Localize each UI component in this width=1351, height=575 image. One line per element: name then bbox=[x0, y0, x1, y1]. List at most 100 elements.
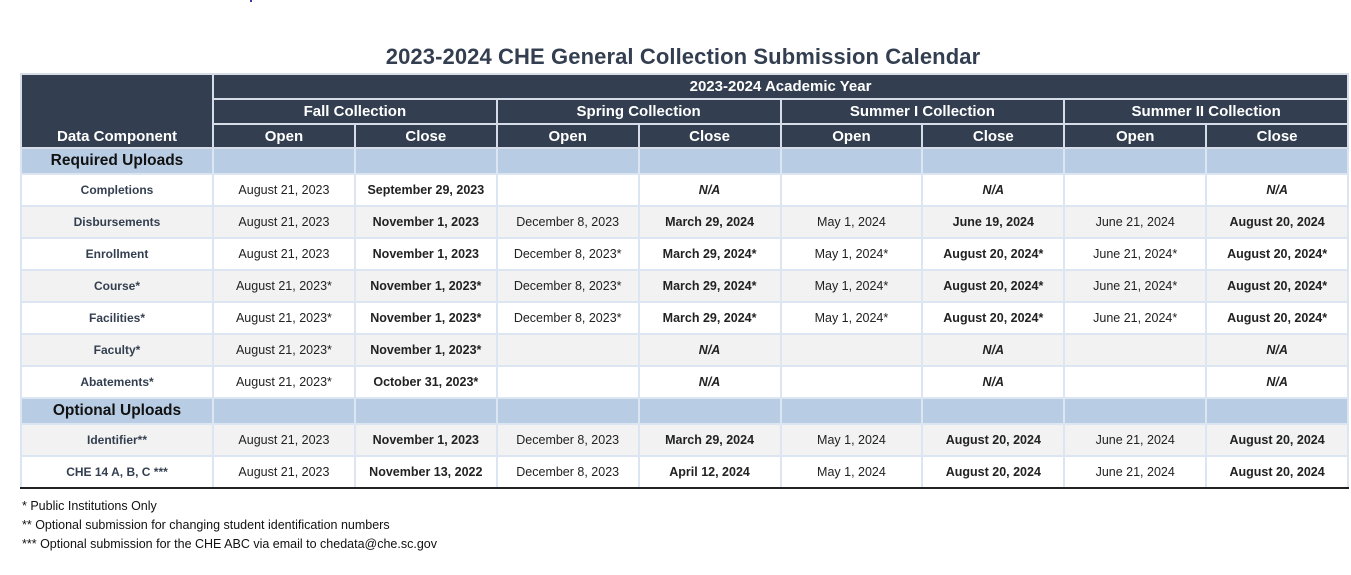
summer-ii-open-date-cell: June 21, 2024* bbox=[1063, 301, 1208, 335]
section-empty-cell bbox=[212, 147, 356, 175]
spring-close-date-cell: N/A bbox=[637, 333, 782, 367]
spring-close-date-cell: March 29, 2024 bbox=[637, 205, 782, 239]
spring-close-date-cell: N/A bbox=[637, 173, 782, 207]
footnotes: * Public Institutions Only ** Optional s… bbox=[22, 498, 437, 555]
summer-i-close-date-cell: N/A bbox=[921, 333, 1066, 367]
fall-open-date-cell: August 21, 2023 bbox=[212, 455, 356, 489]
summer-ii-open-date-cell bbox=[1063, 173, 1208, 207]
summer-ii-open-date-cell: June 21, 2024 bbox=[1063, 205, 1208, 239]
fall-open-date-cell: August 21, 2023* bbox=[212, 301, 356, 335]
submission-calendar-table: Data Component 2023-2024 Academic Year F… bbox=[20, 73, 1350, 489]
summer-i-close-date-cell: August 20, 2024* bbox=[921, 269, 1066, 303]
summer-ii-open-date-cell: June 21, 2024 bbox=[1063, 455, 1208, 489]
section-empty-cell bbox=[921, 397, 1066, 425]
section-empty-cell bbox=[1063, 147, 1208, 175]
spring-open-date-cell bbox=[495, 365, 640, 399]
summer-i-close-date-cell: August 20, 2024 bbox=[921, 455, 1066, 489]
spring-close-date-cell: April 12, 2024 bbox=[637, 455, 782, 489]
section-empty-cell bbox=[779, 147, 924, 175]
spring-open-date-cell: December 8, 2023 bbox=[495, 205, 640, 239]
summer-ii-close-date-cell: N/A bbox=[1205, 333, 1350, 367]
summer-i-open-date-cell: May 1, 2024 bbox=[779, 205, 924, 239]
fall-open-date-cell: August 21, 2023 bbox=[212, 423, 356, 457]
summer-i-open-header: Open bbox=[779, 123, 924, 149]
fall-close-date-cell: November 1, 2023* bbox=[353, 301, 498, 335]
spring-open-date-cell bbox=[495, 333, 640, 367]
table-row: Completions August 21, 2023 September 29, … bbox=[20, 173, 1350, 207]
summer-ii-open-header: Open bbox=[1063, 123, 1208, 149]
data-component-name: Disbursements bbox=[20, 205, 214, 239]
spring-close-header: Close bbox=[637, 123, 782, 149]
fall-close-date-cell: November 1, 2023* bbox=[353, 269, 498, 303]
spring-open-date-cell: December 8, 2023* bbox=[495, 269, 640, 303]
summer-ii-close-date-cell: August 20, 2024* bbox=[1205, 301, 1350, 335]
section-label: Optional Uploads bbox=[20, 397, 214, 425]
table-row: Course* August 21, 2023* November 1, 2023*… bbox=[20, 269, 1350, 303]
data-component-name: Enrollment bbox=[20, 237, 214, 271]
fall-open-header: Open bbox=[212, 123, 356, 149]
summer-i-close-date-cell: N/A bbox=[921, 173, 1066, 207]
footnote-che-abc: *** Optional submission for the CHE ABC … bbox=[22, 537, 437, 551]
section-empty-cell bbox=[495, 397, 640, 425]
table-body: Required Uploads Completions August 21, 20… bbox=[20, 147, 1350, 489]
stray-mark bbox=[250, 0, 252, 2]
table-row: Identifier** August 21, 2023 November 1, 2… bbox=[20, 423, 1350, 457]
fall-open-date-cell: August 21, 2023 bbox=[212, 205, 356, 239]
spring-close-date-cell: N/A bbox=[637, 365, 782, 399]
summer-ii-open-date-cell bbox=[1063, 333, 1208, 367]
data-component-name: Abatements* bbox=[20, 365, 214, 399]
summer-i-open-date-cell: May 1, 2024* bbox=[779, 301, 924, 335]
table-row: Disbursements August 21, 2023 November 1, … bbox=[20, 205, 1350, 239]
section-empty-cell bbox=[637, 397, 782, 425]
summer-i-open-date-cell: May 1, 2024* bbox=[779, 269, 924, 303]
summer-ii-open-date-cell bbox=[1063, 365, 1208, 399]
summer-i-close-date-cell: August 20, 2024* bbox=[921, 301, 1066, 335]
summer-i-close-date-cell: August 20, 2024* bbox=[921, 237, 1066, 271]
section-empty-cell bbox=[779, 397, 924, 425]
section-empty-cell bbox=[495, 147, 640, 175]
summer-ii-open-date-cell: June 21, 2024* bbox=[1063, 237, 1208, 271]
summer-i-collection-header: Summer I Collection bbox=[779, 98, 1066, 125]
data-component-header: Data Component bbox=[20, 73, 214, 149]
footnote-identifier: ** Optional submission for changing stud… bbox=[22, 518, 390, 532]
section-empty-cell bbox=[637, 147, 782, 175]
fall-collection-header: Fall Collection bbox=[212, 98, 498, 125]
data-component-name: Course* bbox=[20, 269, 214, 303]
summer-i-close-date-cell: N/A bbox=[921, 365, 1066, 399]
summer-ii-close-date-cell: August 20, 2024 bbox=[1205, 205, 1350, 239]
summer-ii-close-header: Close bbox=[1205, 123, 1350, 149]
summer-i-close-date-cell: June 19, 2024 bbox=[921, 205, 1066, 239]
spring-close-date-cell: March 29, 2024 bbox=[637, 423, 782, 457]
summer-i-close-date-cell: August 20, 2024 bbox=[921, 423, 1066, 457]
data-component-name: CHE 14 A, B, C *** bbox=[20, 455, 214, 489]
spring-close-date-cell: March 29, 2024* bbox=[637, 237, 782, 271]
summer-ii-close-date-cell: N/A bbox=[1205, 173, 1350, 207]
fall-close-date-cell: November 1, 2023 bbox=[353, 237, 498, 271]
fall-open-date-cell: August 21, 2023* bbox=[212, 365, 356, 399]
data-component-name: Identifier** bbox=[20, 423, 214, 457]
summer-ii-close-date-cell: N/A bbox=[1205, 365, 1350, 399]
summer-i-open-date-cell bbox=[779, 333, 924, 367]
fall-close-date-cell: November 1, 2023* bbox=[353, 333, 498, 367]
section-empty-cell bbox=[1205, 147, 1350, 175]
data-component-name: Facilities* bbox=[20, 301, 214, 335]
spring-open-date-cell: December 8, 2023 bbox=[495, 455, 640, 489]
data-component-name: Completions bbox=[20, 173, 214, 207]
fall-close-date-cell: November 1, 2023 bbox=[353, 423, 498, 457]
table-row: CHE 14 A, B, C *** August 21, 2023 Novembe… bbox=[20, 455, 1350, 489]
summer-ii-open-date-cell: June 21, 2024* bbox=[1063, 269, 1208, 303]
summer-i-open-date-cell: May 1, 2024 bbox=[779, 423, 924, 457]
fall-open-date-cell: August 21, 2023* bbox=[212, 333, 356, 367]
academic-year-header: 2023-2024 Academic Year bbox=[211, 73, 1350, 100]
spring-open-date-cell bbox=[495, 173, 640, 207]
table-row: Enrollment August 21, 2023 November 1, 202… bbox=[20, 237, 1350, 271]
section-label: Required Uploads bbox=[20, 147, 214, 175]
section-empty-cell bbox=[353, 397, 498, 425]
summer-ii-close-date-cell: August 20, 2024 bbox=[1205, 423, 1350, 457]
section-empty-cell bbox=[1063, 397, 1208, 425]
section-header-row: Optional Uploads bbox=[20, 397, 1350, 425]
fall-close-date-cell: November 1, 2023 bbox=[353, 205, 498, 239]
summer-i-open-date-cell: May 1, 2024* bbox=[779, 237, 924, 271]
fall-close-date-cell: October 31, 2023* bbox=[353, 365, 498, 399]
section-empty-cell bbox=[353, 147, 498, 175]
